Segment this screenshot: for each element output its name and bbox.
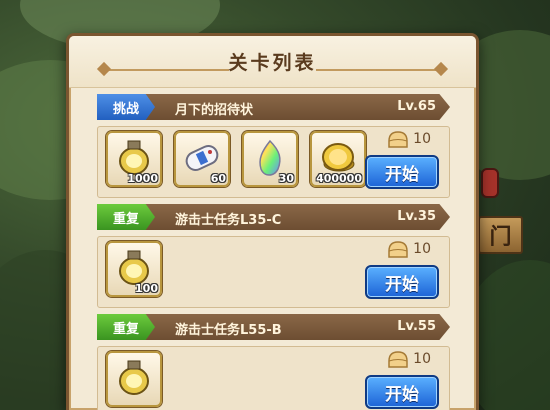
panel-header: 关卡列表	[69, 36, 476, 88]
stage-header-bar: 挑战 月下的招待状 Lv.65	[97, 94, 450, 120]
stage-rewards-area: 1000 60 30 400000 10 开始	[97, 126, 450, 198]
reward-qty: 100	[135, 282, 158, 295]
start-button[interactable]: 开始	[365, 375, 439, 409]
reward-item[interactable]: 30	[242, 131, 298, 187]
stage-header-bar: 重复 游击士任务L35-C Lv.35	[97, 204, 450, 230]
start-button[interactable]: 开始	[365, 265, 439, 299]
stage-item[interactable]: 挑战 月下的招待状 Lv.65 1000 60 30 400000 10 开始	[69, 94, 476, 198]
reward-qty: 400000	[316, 172, 362, 185]
stage-level: Lv.55	[397, 319, 436, 334]
stage-item[interactable]: 重复 游击士任务L35-C Lv.35 100 10 开始	[69, 204, 476, 308]
stage-tag-repeat: 重复	[97, 204, 155, 230]
stage-item[interactable]: 重复 游击士任务L55-B Lv.55 10 开始	[69, 314, 476, 410]
reward-item[interactable]: 100	[106, 241, 162, 297]
stage-header-bar: 重复 游击士任务L55-B Lv.55	[97, 314, 450, 340]
bread-icon	[388, 351, 408, 368]
stamina-cost-value: 10	[413, 351, 431, 367]
bread-icon	[388, 241, 408, 258]
stage-level: Lv.65	[397, 99, 436, 114]
reward-item[interactable]	[106, 351, 162, 407]
stamina-cost: 10	[387, 349, 431, 369]
reward-qty: 30	[278, 172, 294, 185]
gold-crystal-icon	[119, 360, 149, 395]
bread-icon	[388, 131, 408, 148]
reward-qty: 60	[210, 172, 226, 185]
stage-rewards-area: 100 10 开始	[97, 236, 450, 308]
map-building-sign: 门	[478, 216, 523, 254]
reward-item[interactable]: 400000	[310, 131, 366, 187]
reward-item[interactable]: 60	[174, 131, 230, 187]
stamina-cost: 10	[387, 129, 431, 149]
stage-tag-repeat: 重复	[97, 314, 155, 340]
stage-list[interactable]: 挑战 月下的招待状 Lv.65 1000 60 30 400000 10 开始 …	[69, 88, 476, 410]
reward-qty: 1000	[127, 172, 158, 185]
stamina-cost: 10	[387, 239, 431, 259]
stage-level: Lv.35	[397, 209, 436, 224]
header-ornament-right	[316, 69, 436, 71]
stage-tag-challenge: 挑战	[97, 94, 155, 120]
map-marker-icon	[481, 168, 499, 198]
stamina-cost-value: 10	[413, 131, 431, 147]
stage-name: 月下的招待状	[175, 103, 254, 118]
stage-name: 游击士任务L35-C	[175, 213, 282, 228]
stage-list-panel: 关卡列表 挑战 月下的招待状 Lv.65 1000 60 30 400000 1…	[66, 33, 479, 410]
start-button[interactable]: 开始	[365, 155, 439, 189]
stage-name: 游击士任务L55-B	[175, 323, 282, 338]
stamina-cost-value: 10	[413, 241, 431, 257]
stage-rewards-area: 10 开始	[97, 346, 450, 410]
reward-item[interactable]: 1000	[106, 131, 162, 187]
